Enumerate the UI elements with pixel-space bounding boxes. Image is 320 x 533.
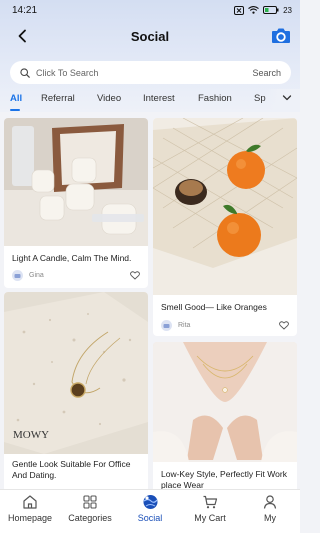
avatar <box>12 270 23 281</box>
user-icon <box>263 495 277 509</box>
nav-label: Social <box>137 513 163 523</box>
chevron-left-icon <box>18 29 26 43</box>
camera-button[interactable] <box>270 25 292 45</box>
page-title: Social <box>130 28 170 44</box>
heart-icon[interactable] <box>130 271 140 280</box>
post-author: Rita <box>178 322 191 329</box>
post-author: Gina <box>29 272 44 279</box>
post-image-brand: MOWY <box>13 429 49 441</box>
tab-referral[interactable]: Referral <box>41 93 75 104</box>
post-card[interactable]: Light A Candle, Calm The Mind. Gina <box>4 118 148 288</box>
post-card[interactable]: Low-Key Style, Perfectly Fit Work place … <box>153 342 297 489</box>
nav-homepage[interactable]: Homepage <box>0 494 60 523</box>
social-globe-icon <box>143 495 157 509</box>
notification-x-icon <box>234 5 245 15</box>
social-feed: Light A Candle, Calm The Mind. Gina Smel… <box>0 113 300 489</box>
nav-label: Homepage <box>7 513 53 523</box>
home-icon <box>23 495 37 509</box>
category-tabs: All Referral Video Interest Fashion Sp <box>0 89 300 111</box>
search-bar[interactable]: Click To Search Search <box>10 61 291 84</box>
nav-my-cart[interactable]: My Cart <box>180 494 240 523</box>
bottom-navigation: Homepage Categories Social My Cart My <box>0 489 300 533</box>
post-card[interactable]: Smell Good— Like Oranges Rita <box>153 118 297 336</box>
tab-all[interactable]: All <box>10 93 22 104</box>
post-caption: Smell Good— Like Oranges <box>161 302 267 312</box>
post-image-stone-necklace: MOWY <box>4 292 148 454</box>
battery-percentage: 23 <box>283 5 292 15</box>
back-button[interactable] <box>12 26 32 46</box>
post-caption: Gentle Look Suitable For Office And Dati… <box>12 459 131 480</box>
wifi-icon <box>248 6 259 14</box>
camera-icon <box>272 28 290 43</box>
cart-icon <box>203 495 218 509</box>
nav-label: My <box>264 513 276 523</box>
nav-label: My Cart <box>194 513 226 523</box>
nav-social[interactable]: Social <box>120 494 180 523</box>
post-card[interactable]: MOWY Gentle Look Suitable For Office And… <box>4 292 148 489</box>
avatar-icon <box>14 274 21 278</box>
search-input[interactable]: Click To Search <box>36 68 252 78</box>
avatar <box>161 320 172 331</box>
tab-fashion[interactable]: Fashion <box>198 93 232 104</box>
avatar-icon <box>163 324 170 328</box>
post-meta: Rita <box>161 320 289 331</box>
tab-video[interactable]: Video <box>97 93 121 104</box>
post-caption: Low-Key Style, Perfectly Fit Work place … <box>161 469 287 489</box>
nav-label: Categories <box>68 513 112 523</box>
active-tab-indicator <box>10 109 20 111</box>
search-icon <box>20 67 30 78</box>
post-meta: Gina <box>12 270 140 281</box>
status-time: 14:21 <box>12 4 38 16</box>
search-button[interactable]: Search <box>252 68 281 78</box>
tab-interest[interactable]: Interest <box>143 93 175 104</box>
chevron-down-icon[interactable] <box>282 94 292 102</box>
status-bar: 14:21 23 <box>0 0 300 20</box>
status-icons: 23 <box>234 5 292 15</box>
post-image-oranges <box>153 118 297 295</box>
battery-icon <box>263 6 279 14</box>
page-header: Social <box>0 22 300 50</box>
heart-icon[interactable] <box>279 321 289 330</box>
post-image-model-necklace <box>153 342 297 462</box>
categories-icon <box>83 495 97 509</box>
post-caption: Light A Candle, Calm The Mind. <box>12 253 132 263</box>
nav-my[interactable]: My <box>240 494 300 523</box>
nav-categories[interactable]: Categories <box>60 494 120 523</box>
post-image-candles <box>4 118 148 246</box>
